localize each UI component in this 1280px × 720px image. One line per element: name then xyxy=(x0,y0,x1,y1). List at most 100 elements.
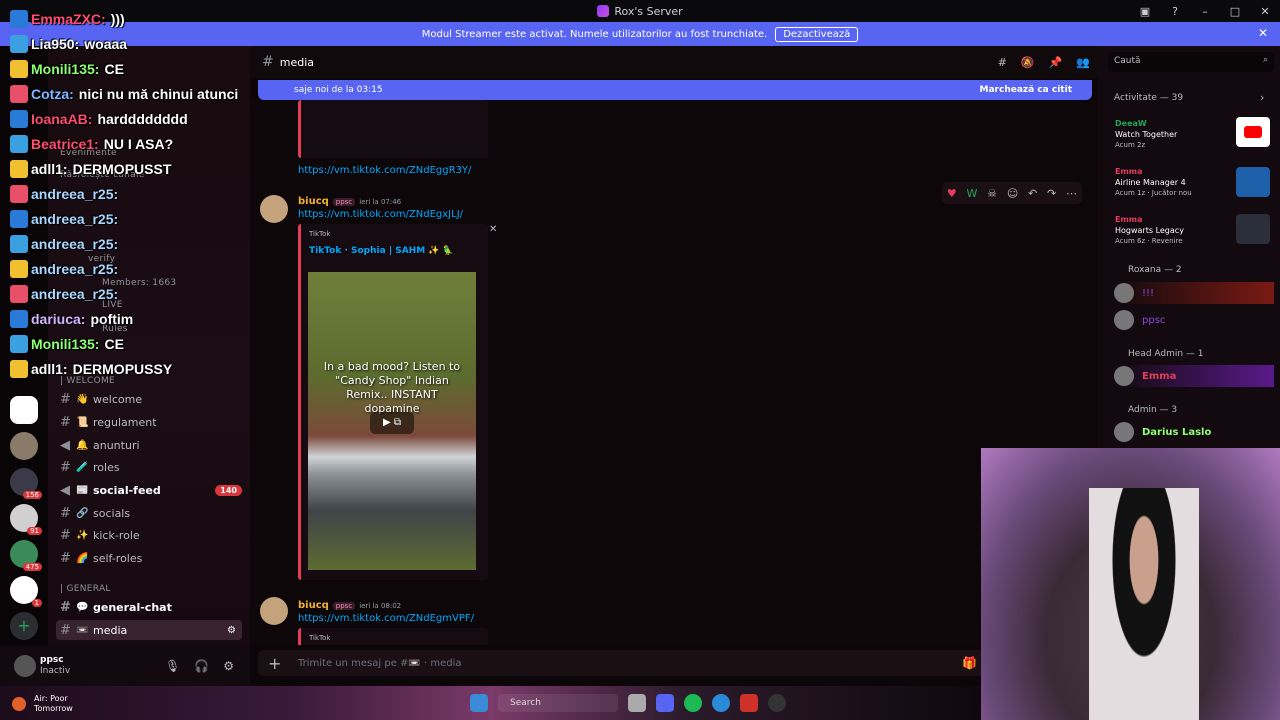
channel-socials[interactable]: # 🔗 socials xyxy=(56,503,242,523)
events-link[interactable]: Evenimente xyxy=(60,148,117,158)
mute-bell-icon[interactable]: 🔕 xyxy=(1021,56,1035,69)
channel-regulament[interactable]: # 📜 regulament xyxy=(56,412,242,432)
start-icon[interactable] xyxy=(470,694,488,712)
weather-widget[interactable]: Air: Poor Tomorrow xyxy=(12,694,73,714)
w-reaction-icon[interactable]: W xyxy=(967,187,978,200)
channel-header: # media # 🔕 📌 👥 xyxy=(250,46,1098,78)
text-channel-icon: # xyxy=(60,459,71,475)
server-icon-cat[interactable] xyxy=(10,432,38,460)
member-item[interactable]: !!! xyxy=(1114,282,1274,304)
channel-media[interactable]: # 📼 media ⚙ xyxy=(56,620,242,640)
mark-as-read-button[interactable]: Marchează ca citit xyxy=(980,85,1072,95)
disable-streamer-button[interactable]: Dezactivează xyxy=(775,26,859,42)
members-list-icon[interactable]: 👥 xyxy=(1076,56,1090,69)
spotify-icon[interactable] xyxy=(684,694,702,712)
discord-icon[interactable] xyxy=(656,694,674,712)
role-header-head-admin: Head Admin — 1 xyxy=(1128,349,1204,359)
channel-anunturi[interactable]: ◀ 🔔 anunturi xyxy=(56,435,242,455)
close-icon[interactable]: ✕ xyxy=(489,224,497,235)
server-icon-green[interactable]: 475 xyxy=(10,540,42,571)
obs-icon[interactable] xyxy=(768,694,786,712)
rules-channel[interactable]: Rules xyxy=(102,324,128,334)
forward-icon[interactable]: ↷ xyxy=(1047,187,1056,200)
member-item[interactable]: Darius Laslo xyxy=(1114,421,1211,443)
avatar[interactable] xyxy=(260,597,288,625)
files-icon[interactable] xyxy=(628,694,646,712)
live-channel[interactable]: LIVE xyxy=(102,300,123,310)
avatar xyxy=(1114,310,1134,330)
user-status: Inactiv xyxy=(40,666,71,676)
message-placeholder: Trimite un mesaj pe #📼 · media xyxy=(298,657,462,669)
message-input[interactable]: + Trimite un mesaj pe #📼 · media xyxy=(258,650,984,676)
new-messages-bar[interactable]: saje noi de la 03:15 Marchează ca citit xyxy=(258,80,1092,100)
video-thumbnail[interactable]: In a bad mood? Listen to "Candy Shop" In… xyxy=(308,272,476,570)
server-icon-logo[interactable]: 1 xyxy=(10,576,42,607)
close-icon[interactable]: ✕ xyxy=(1258,26,1268,40)
member-item[interactable]: Emma xyxy=(1114,365,1274,387)
channel-sidebar: Evenimente Răsfoiește canale verify Memb… xyxy=(48,46,250,646)
text-channel-icon: # xyxy=(60,391,71,407)
embed-title[interactable]: TikTok · Sophia | SAHM ✨ 🦜 xyxy=(309,246,454,256)
server-icon-red[interactable]: 156 xyxy=(10,468,42,499)
role-header-admin: Admin — 3 xyxy=(1128,405,1178,415)
role-header-roxana: Roxana — 2 xyxy=(1128,265,1182,275)
more-icon[interactable]: ⋯ xyxy=(1066,187,1077,200)
message-author: biucq ppsc ieri la 07:46 xyxy=(298,196,402,207)
taskbar-search[interactable]: Search xyxy=(498,694,618,712)
microphone-icon[interactable]: 🎙 xyxy=(165,659,180,673)
server-icon-white[interactable]: 91 xyxy=(10,504,42,535)
embed-provider: TikTok xyxy=(309,634,331,642)
channel-self-roles[interactable]: # 🌈 self-roles xyxy=(56,548,242,568)
app-icon-red[interactable] xyxy=(740,694,758,712)
avatar[interactable] xyxy=(260,195,288,223)
activity-item[interactable]: Emma Hogwarts Legacy Acum 6z · Revenire xyxy=(1115,214,1184,247)
server-w2g[interactable] xyxy=(10,396,38,424)
streamer-figure xyxy=(1089,488,1199,720)
message-link[interactable]: https://vm.tiktok.com/ZNdEgmVPF/ xyxy=(298,613,474,624)
reply-icon[interactable]: ↶ xyxy=(1028,187,1037,200)
browse-channels-link[interactable]: Răsfoiește canale xyxy=(60,170,145,180)
message-link[interactable]: https://vm.tiktok.com/ZNdEggR3Y/ xyxy=(298,165,471,176)
help-icon[interactable]: ? xyxy=(1160,5,1190,18)
verify-channel[interactable]: verify xyxy=(88,254,115,264)
category-welcome[interactable]: | WELCOME xyxy=(60,376,115,386)
search-input[interactable]: Caută ⌕ xyxy=(1108,52,1274,72)
channel-social-feed[interactable]: ◀ 📰 social-feed 140 xyxy=(56,480,242,500)
maximize-button[interactable]: □ xyxy=(1220,5,1250,18)
settings-gear-icon[interactable]: ⚙ xyxy=(227,625,236,636)
add-reaction-icon[interactable]: ☺ xyxy=(1007,187,1018,200)
headphones-icon[interactable]: 🎧 xyxy=(194,659,209,673)
play-icon[interactable]: ▶ ⧉ xyxy=(370,412,414,434)
edge-icon[interactable] xyxy=(712,694,730,712)
gift-icon[interactable]: 🎁 xyxy=(962,656,977,670)
add-attachment-icon[interactable]: + xyxy=(268,654,281,673)
message-list: https://vm.tiktok.com/ZNdEggR3Y/ biucq p… xyxy=(250,100,1098,645)
embed-provider: TikTok xyxy=(309,230,331,238)
heart-reaction-icon[interactable]: ♥ xyxy=(947,187,957,200)
youtube-icon xyxy=(1236,117,1270,147)
avatar[interactable] xyxy=(14,655,36,677)
activity-item[interactable]: Emma Airline Manager 4 Acum 1z · Jucător… xyxy=(1115,166,1192,199)
category-general[interactable]: | GENERAL xyxy=(60,584,111,594)
pin-icon[interactable]: 📌 xyxy=(1049,56,1063,69)
skull-reaction-icon[interactable]: ☠ xyxy=(987,187,997,200)
add-server-icon[interactable]: + xyxy=(10,612,38,640)
inbox-icon[interactable]: ▣ xyxy=(1130,5,1160,18)
message-actions-bar: ♥ W ☠ ☺ ↶ ↷ ⋯ xyxy=(942,182,1082,204)
search-icon: ⌕ xyxy=(1262,55,1268,65)
channel-general-chat[interactable]: # 💬 general-chat xyxy=(56,597,242,617)
text-channel-icon: # xyxy=(60,414,71,430)
close-window-button[interactable]: ✕ xyxy=(1250,5,1280,18)
threads-icon[interactable]: # xyxy=(998,56,1007,69)
channel-kick-role[interactable]: # ✨ kick-role xyxy=(56,525,242,545)
member-item[interactable]: ppsc xyxy=(1114,309,1165,331)
settings-gear-icon[interactable]: ⚙ xyxy=(223,659,234,673)
minimize-button[interactable]: – xyxy=(1190,5,1220,18)
text-channel-icon: # xyxy=(262,54,274,70)
channel-welcome[interactable]: # 👋 welcome xyxy=(56,389,242,409)
activity-item[interactable]: DeeaW Watch Together Acum 2z xyxy=(1115,118,1177,151)
user-name: ppsc xyxy=(40,655,64,665)
chevron-right-icon[interactable]: › xyxy=(1260,91,1264,104)
channel-roles[interactable]: # 🧪 roles xyxy=(56,457,242,477)
message-link[interactable]: https://vm.tiktok.com/ZNdEgxJLJ/ xyxy=(298,209,463,220)
